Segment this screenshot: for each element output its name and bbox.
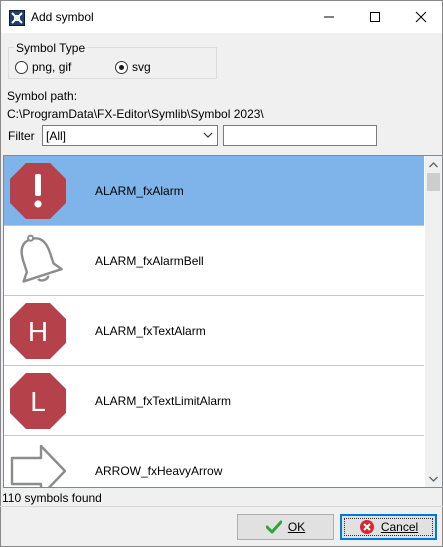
radio-svg-label: svg [132,60,151,74]
radio-svg-circle[interactable] [115,60,128,74]
ok-label: OK [287,520,306,534]
radio-png-gif-label: png, gif [32,60,72,74]
symbol-name: ALARM_fxTextAlarm [95,324,206,338]
chevron-down-icon [203,132,213,138]
filter-dropdown-value: [All] [46,129,67,143]
list-item[interactable]: ALARM_fxAlarmBell [4,226,424,296]
symbol-path-label: Symbol path: [7,89,78,103]
symbol-name: ARROW_fxHeavyArrow [95,464,223,478]
chevron-up-icon [429,161,438,167]
chevron-down-icon [429,476,438,482]
minimize-button[interactable] [306,1,352,33]
checkmark-icon [265,520,282,534]
cancel-button[interactable]: Cancel [340,514,437,540]
symbol-path-value: C:\ProgramData\FX-Editor\Symlib\Symbol 2… [7,107,264,121]
scroll-thumb[interactable] [427,173,440,191]
window-title: Add symbol [31,10,94,24]
close-icon [415,11,427,23]
status-divider [0,506,443,507]
minimize-icon [324,16,334,18]
h-octagon-icon: H [10,303,66,359]
maximize-button[interactable] [352,1,398,33]
l-octagon-icon: L [10,373,66,429]
heavy-arrow-icon [10,444,67,487]
radio-png-gif-circle[interactable] [15,60,28,74]
close-button[interactable] [398,1,443,33]
symbol-name: ALARM_fxTextLimitAlarm [95,394,232,408]
symbol-type-legend: Symbol Type [14,41,88,55]
status-text: 110 symbols found [2,491,102,505]
h-glyph: H [28,316,48,347]
list-item[interactable]: ARROW_fxHeavyArrow [4,436,424,487]
filter-dropdown[interactable]: [All] [42,125,218,146]
filter-label: Filter [8,129,35,143]
maximize-icon [370,12,380,22]
title-bar: Add symbol [0,0,443,33]
list-item[interactable]: H ALARM_fxTextAlarm [4,296,424,366]
radio-png-gif[interactable]: png, gif [15,60,71,74]
list-item[interactable]: ALARM_fxAlarm [4,156,424,226]
bell-icon [20,234,63,283]
symbol-name: ALARM_fxAlarmBell [95,254,204,268]
radio-svg[interactable]: svg [115,60,151,74]
exclamation-octagon-icon [10,163,66,219]
focus-rect [344,518,433,536]
scroll-down-button[interactable] [425,470,442,487]
symbol-name: ALARM_fxAlarm [95,184,184,198]
l-glyph: L [30,386,46,417]
ok-button[interactable]: OK [237,514,334,540]
vertical-scrollbar[interactable] [425,156,442,487]
filter-text-input[interactable] [223,125,377,146]
symbol-list[interactable]: ALARM_fxAlarm ALARM_fxAlarmBell H ALARM_… [3,155,443,488]
list-item[interactable]: L ALARM_fxTextLimitAlarm [4,366,424,436]
app-x-icon [9,10,25,26]
scroll-up-button[interactable] [425,156,442,173]
